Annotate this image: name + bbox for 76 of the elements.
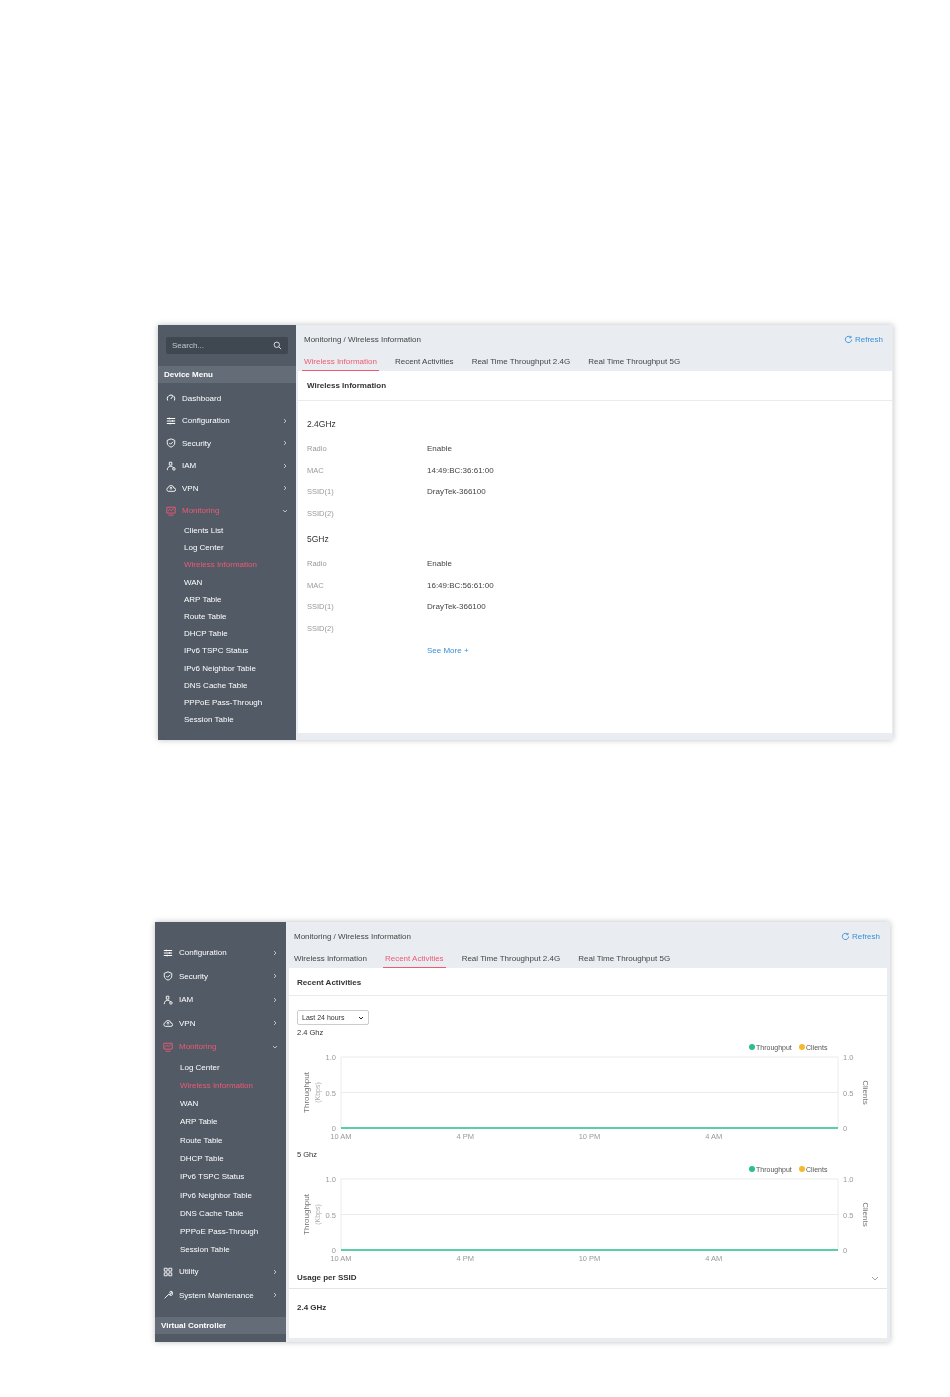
axis-title: Throughput [302, 1072, 311, 1113]
field-value: Enable [427, 559, 453, 569]
section-title: Usage per SSID [297, 1273, 357, 1282]
tab[interactable]: Recent Activities [392, 354, 456, 371]
submenu-item[interactable]: IPv6 TSPC Status [158, 642, 296, 660]
submenu-item[interactable]: PPPoE Pass-Through [155, 1223, 286, 1242]
menu-item[interactable]: Dashboard [158, 387, 296, 410]
submenu-item[interactable]: WAN [158, 573, 296, 591]
submenu-item[interactable]: IPv6 TSPC Status [155, 1168, 286, 1187]
tab[interactable]: Wireless Information [292, 951, 369, 968]
menu-item[interactable]: Security [155, 964, 286, 988]
shield-icon [163, 971, 173, 982]
shield-icon [166, 438, 176, 449]
menu-item[interactable]: IAM [155, 988, 286, 1012]
refresh-icon [841, 932, 850, 941]
breadcrumb: Monitoring / Wireless Information [294, 932, 411, 941]
axis-title: Clients [861, 1202, 870, 1227]
section-heading: 2.4GHz [307, 419, 337, 429]
tab[interactable]: Real Time Throughput 5G [576, 951, 673, 968]
cloud-icon [166, 483, 176, 494]
grid-icon [163, 1266, 173, 1277]
submenu-item[interactable]: Log Center [158, 539, 296, 557]
refresh-icon [844, 335, 853, 344]
menu-item[interactable]: Configuration [155, 941, 286, 965]
sliders-icon [166, 415, 176, 426]
menu-item[interactable]: VPN [158, 477, 296, 500]
see-more-link[interactable]: See More + [427, 646, 469, 655]
tab[interactable]: Real Time Throughput 2.4G [469, 354, 573, 371]
menu-item[interactable]: VPN [155, 1011, 286, 1035]
cloud-icon [163, 1018, 173, 1029]
submenu-item[interactable]: Session Table [155, 1241, 286, 1260]
axis-title: Clients [861, 1080, 870, 1105]
search-icon [273, 341, 282, 350]
submenu-item[interactable]: DHCP Table [158, 625, 296, 643]
breadcrumb: Monitoring / Wireless Information [304, 335, 421, 344]
submenu-item[interactable]: IPv6 Neighbor Table [158, 659, 296, 677]
menu-item[interactable]: Configuration [158, 409, 296, 432]
person-icon [166, 460, 176, 471]
submenu-item[interactable]: ARP Table [158, 590, 296, 608]
field-value: Enable [427, 444, 453, 454]
gauge-icon [166, 393, 176, 404]
card-title: Wireless Information [298, 371, 892, 401]
menu-header: Device Menu [158, 366, 296, 383]
card-title: Recent Activities [289, 968, 887, 996]
axis-title: Throughput [302, 1194, 311, 1235]
field-value: DrayTek-366100 [427, 487, 487, 497]
submenu-item[interactable]: DNS Cache Table [155, 1204, 286, 1224]
submenu-item[interactable]: Route Table [155, 1131, 286, 1150]
submenu-item[interactable]: DHCP Table [155, 1150, 286, 1169]
search-field[interactable]: Search... [166, 337, 288, 354]
monitor-icon [166, 505, 176, 516]
submenu-item[interactable]: IPv6 Neighbor Table [155, 1186, 286, 1205]
menu-item[interactable]: Security [158, 432, 296, 455]
submenu-item[interactable]: Clients List [158, 522, 296, 540]
menu-item[interactable]: IAM [158, 454, 296, 477]
submenu-item[interactable]: WAN [155, 1095, 286, 1114]
menu-item[interactable]: System Maintenance [155, 1283, 286, 1307]
menu-header: Virtual Controller [155, 1317, 286, 1334]
tab[interactable]: Real Time Throughput 5G [586, 354, 683, 371]
submenu-item[interactable]: Session Table [158, 711, 296, 729]
submenu-item[interactable]: ARP Table [155, 1113, 286, 1132]
sliders-icon [163, 947, 173, 958]
band-heading: 2.4 GHz [296, 1302, 328, 1314]
monitor-icon [163, 1041, 173, 1052]
submenu-item[interactable]: Log Center [155, 1058, 286, 1077]
submenu-item[interactable]: PPPoE Pass-Through [158, 693, 296, 712]
person-icon [163, 994, 173, 1005]
caret-icon [358, 1014, 364, 1021]
field-value: 16:49:BC:56:61:00 [427, 580, 495, 590]
section-heading: 5GHz [307, 534, 330, 544]
tab[interactable]: Real Time Throughput 2.4G [459, 951, 563, 968]
field-value: 14:49:BC:36:61:00 [427, 465, 495, 475]
submenu-item[interactable]: Route Table [158, 607, 296, 626]
field-value: DrayTek-366100 [427, 602, 487, 612]
menu-item[interactable]: Utility [155, 1259, 286, 1284]
submenu-item[interactable]: DNS Cache Table [158, 676, 296, 694]
